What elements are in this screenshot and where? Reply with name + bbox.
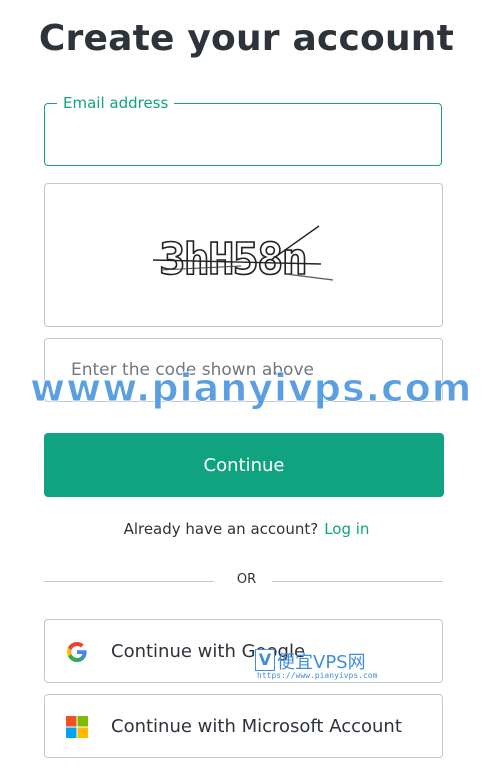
captcha-text: 3hH58n bbox=[159, 234, 306, 285]
microsoft-button-label: Continue with Microsoft Account bbox=[111, 716, 402, 737]
continue-button[interactable]: Continue bbox=[44, 433, 444, 497]
divider-line-right bbox=[272, 581, 443, 582]
watermark-text: www.pianyivps.com bbox=[30, 366, 473, 411]
login-prompt-line: Already have an account? Log in bbox=[0, 520, 493, 538]
login-prompt-text: Already have an account? bbox=[123, 520, 319, 538]
page-title: Create your account bbox=[38, 18, 455, 59]
microsoft-icon bbox=[66, 716, 88, 738]
email-field[interactable] bbox=[45, 104, 441, 165]
watermark-badge: V 便宜VPS网 https://www.pianyivps.com bbox=[255, 648, 395, 684]
captcha-box: 3hH58n bbox=[44, 183, 443, 327]
watermark-badge-letter: V bbox=[255, 649, 275, 671]
continue-with-microsoft-button[interactable]: Continue with Microsoft Account bbox=[44, 694, 443, 758]
email-field-container[interactable]: Email address bbox=[44, 94, 442, 166]
watermark-badge-url: https://www.pianyivps.com bbox=[257, 671, 378, 680]
signup-page: Create your account Email address 3hH58n… bbox=[0, 0, 493, 782]
google-icon bbox=[67, 642, 87, 662]
email-field-label: Email address bbox=[57, 94, 175, 112]
captcha-image: 3hH58n bbox=[152, 225, 334, 286]
login-link[interactable]: Log in bbox=[324, 520, 369, 538]
divider-or-text: OR bbox=[236, 572, 257, 587]
